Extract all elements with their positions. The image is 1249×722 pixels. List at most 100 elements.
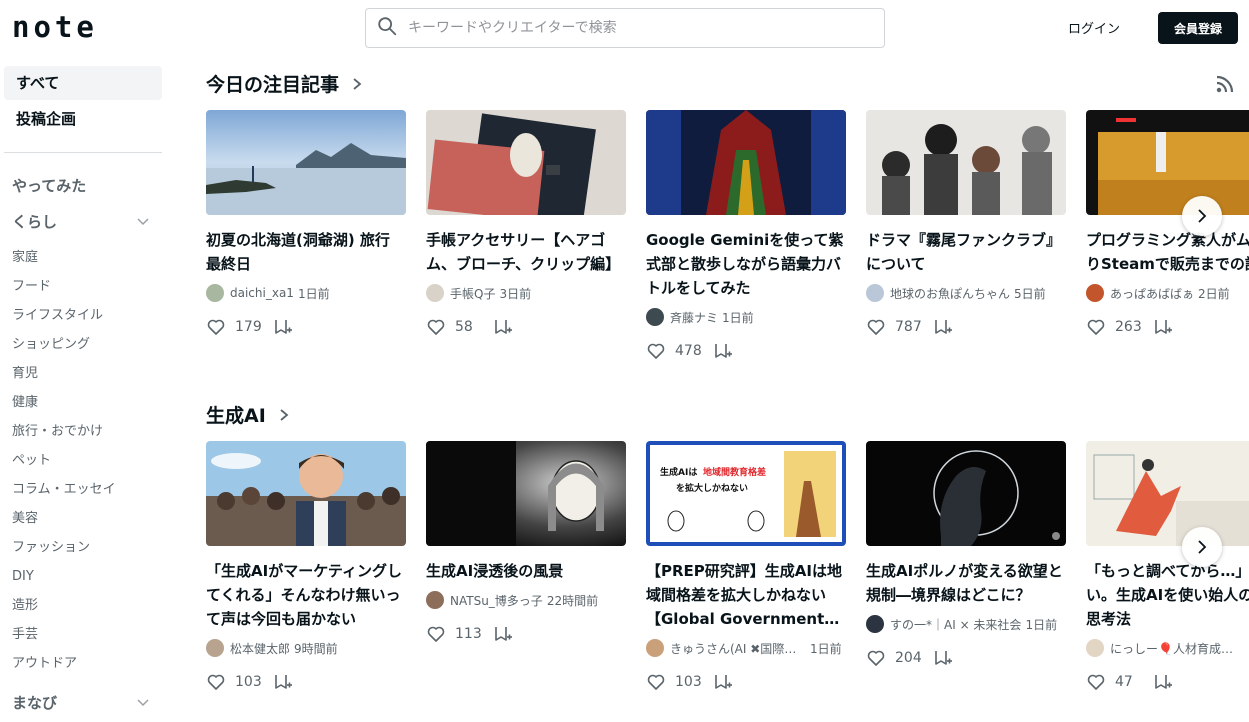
sidebar-item-pets[interactable]: ペット [0, 446, 170, 475]
avatar[interactable] [866, 284, 884, 302]
sidebar-item-outdoor[interactable]: アウトドア [0, 649, 170, 678]
author-name[interactable]: NATSu_博多っ子 [450, 592, 543, 609]
add-to-magazine-icon[interactable] [933, 317, 953, 337]
add-to-magazine-icon[interactable] [1153, 672, 1173, 692]
carousel-next-button[interactable] [1182, 527, 1222, 567]
sidebar-item-beauty[interactable]: 美容 [0, 504, 170, 533]
article-card[interactable]: プログラミング素人がムを作りSteamで販売までの話 あっぱあばばぁ 2日前 2… [1086, 110, 1249, 337]
sidebar-item-fashion[interactable]: ファッション [0, 533, 170, 562]
heart-icon[interactable] [866, 648, 886, 668]
article-card[interactable]: 生成AIは 地域間教育格差 を拡大しかねない 【PREP研究評】生成AIは地域間… [646, 441, 846, 692]
article-card[interactable]: Google Geminiを使って紫式部と散歩しながら語彙力バトルをしてみた 斉… [646, 110, 846, 361]
sidebar-item-lifestyle[interactable]: ライフスタイル [0, 301, 170, 330]
article-thumbnail[interactable] [866, 441, 1066, 546]
article-thumbnail[interactable] [426, 110, 626, 215]
avatar[interactable] [646, 639, 664, 657]
chevron-down-icon[interactable] [136, 695, 150, 709]
article-title[interactable]: 手帳アクセサリー【ヘアゴム、ブローチ、クリップ編】 [426, 228, 626, 276]
heart-icon[interactable] [1086, 672, 1106, 692]
add-to-magazine-icon[interactable] [493, 317, 513, 337]
avatar[interactable] [1086, 284, 1104, 302]
rss-icon[interactable] [1215, 74, 1235, 94]
section-title-featured[interactable]: 今日の注目記事 [206, 70, 363, 97]
heart-icon[interactable] [646, 341, 666, 361]
author-name[interactable]: 松本健太郎 [230, 640, 290, 657]
sidebar-item-food[interactable]: フード [0, 272, 170, 301]
article-title[interactable]: 生成AI浸透後の風景 [426, 559, 626, 583]
chevron-down-icon[interactable] [136, 214, 150, 228]
article-card[interactable]: 「もっと調べてから…」ない。生成AIを使い始人の7割思考法 にっしー🎈人材育成…… [1086, 441, 1249, 692]
author-name[interactable]: にっしー🎈人材育成… [1110, 640, 1233, 657]
signup-button[interactable]: 会員登録 [1158, 12, 1238, 44]
article-thumbnail[interactable] [206, 110, 406, 215]
sidebar-item-all[interactable]: すべて [4, 66, 162, 100]
article-thumbnail[interactable] [866, 110, 1066, 215]
heart-icon[interactable] [426, 624, 446, 644]
search-input[interactable] [408, 20, 868, 36]
author-name[interactable]: 地球のお魚ぽんちゃん [890, 285, 1010, 302]
author-name[interactable]: あっぱあばばぁ [1110, 285, 1194, 302]
sidebar-item-essay[interactable]: コラム・エッセイ [0, 475, 170, 504]
sidebar-item-home[interactable]: 家庭 [0, 243, 170, 272]
article-title[interactable]: ドラマ『霧尾ファンクラブ』について [866, 228, 1066, 276]
avatar[interactable] [1086, 639, 1104, 657]
login-link[interactable]: ログイン [1068, 18, 1120, 37]
article-thumbnail[interactable] [426, 441, 626, 546]
sidebar-item-health[interactable]: 健康 [0, 388, 170, 417]
article-title[interactable]: 初夏の北海道(洞爺湖) 旅行 最終日 [206, 228, 406, 276]
sidebar-item-travel[interactable]: 旅行・おでかけ [0, 417, 170, 446]
article-thumbnail[interactable] [1086, 110, 1249, 215]
author-name[interactable]: daichi_xa1 [230, 286, 294, 300]
avatar[interactable] [206, 284, 224, 302]
add-to-magazine-icon[interactable] [273, 672, 293, 692]
author-name[interactable]: 手帳Q子 [450, 285, 495, 302]
sidebar-item-handicraft[interactable]: 手芸 [0, 620, 170, 649]
article-thumbnail[interactable] [646, 110, 846, 215]
sidebar-item-diy[interactable]: DIY [0, 562, 170, 591]
author-name[interactable]: すの一*｜AI × 未来社会 [890, 616, 1021, 633]
heart-icon[interactable] [1086, 317, 1106, 337]
sidebar-group-tried[interactable]: やってみた [0, 167, 162, 203]
article-card[interactable]: ドラマ『霧尾ファンクラブ』について 地球のお魚ぽんちゃん 5日前 787 [866, 110, 1066, 337]
heart-icon[interactable] [426, 317, 446, 337]
article-thumbnail[interactable] [206, 441, 406, 546]
add-to-magazine-icon[interactable] [713, 341, 733, 361]
add-to-magazine-icon[interactable] [1153, 317, 1173, 337]
heart-icon[interactable] [646, 672, 666, 692]
author-name[interactable]: 斉藤ナミ [670, 309, 718, 326]
sidebar-item-modeling[interactable]: 造形 [0, 591, 170, 620]
article-title[interactable]: 「もっと調べてから…」ない。生成AIを使い始人の7割思考法 [1086, 559, 1249, 631]
add-to-magazine-icon[interactable] [713, 672, 733, 692]
article-card[interactable]: 生成AI浸透後の風景 NATSu_博多っ子 22時間前 113 [426, 441, 626, 644]
avatar[interactable] [426, 284, 444, 302]
sidebar-group-life[interactable]: くらし [0, 203, 162, 239]
sidebar-item-shopping[interactable]: ショッピング [0, 330, 170, 359]
author-name[interactable]: きゅうさん(AI ✖国際教… [670, 640, 806, 657]
heart-icon[interactable] [206, 317, 226, 337]
article-title[interactable]: 【PREP研究評】生成AIは地域間格差を拡大しかねない【Global Gover… [646, 559, 846, 631]
article-title[interactable]: Google Geminiを使って紫式部と散歩しながら語彙力バトルをしてみた [646, 228, 846, 300]
article-card[interactable]: 手帳アクセサリー【ヘアゴム、ブローチ、クリップ編】 手帳Q子 3日前 58 [426, 110, 626, 337]
sidebar-item-contests[interactable]: 投稿企画 [4, 102, 162, 136]
add-to-magazine-icon[interactable] [493, 624, 513, 644]
article-title[interactable]: 「生成AIがマーケティングしてくれる」そんなわけ無いって声は今回も届かない [206, 559, 406, 631]
search-box[interactable] [365, 8, 885, 48]
avatar[interactable] [206, 639, 224, 657]
avatar[interactable] [866, 615, 884, 633]
section-title-generative-ai[interactable]: 生成AI [206, 401, 290, 428]
add-to-magazine-icon[interactable] [933, 648, 953, 668]
article-thumbnail[interactable] [1086, 441, 1249, 546]
article-card[interactable]: 「生成AIがマーケティングしてくれる」そんなわけ無いって声は今回も届かない 松本… [206, 441, 406, 692]
carousel-next-button[interactable] [1182, 196, 1222, 236]
article-thumbnail[interactable]: 生成AIは 地域間教育格差 を拡大しかねない [646, 441, 846, 546]
note-logo[interactable]: note [12, 10, 98, 44]
article-title[interactable]: プログラミング素人がムを作りSteamで販売までの話 [1086, 228, 1249, 276]
avatar[interactable] [646, 308, 664, 326]
article-title[interactable]: 生成AIポルノが変える欲望と規制―境界線はどこに？ [866, 559, 1066, 607]
article-card[interactable]: 生成AIポルノが変える欲望と規制―境界線はどこに？ すの一*｜AI × 未来社会… [866, 441, 1066, 668]
avatar[interactable] [426, 591, 444, 609]
heart-icon[interactable] [206, 672, 226, 692]
heart-icon[interactable] [866, 317, 886, 337]
add-to-magazine-icon[interactable] [273, 317, 293, 337]
sidebar-item-childcare[interactable]: 育児 [0, 359, 170, 388]
